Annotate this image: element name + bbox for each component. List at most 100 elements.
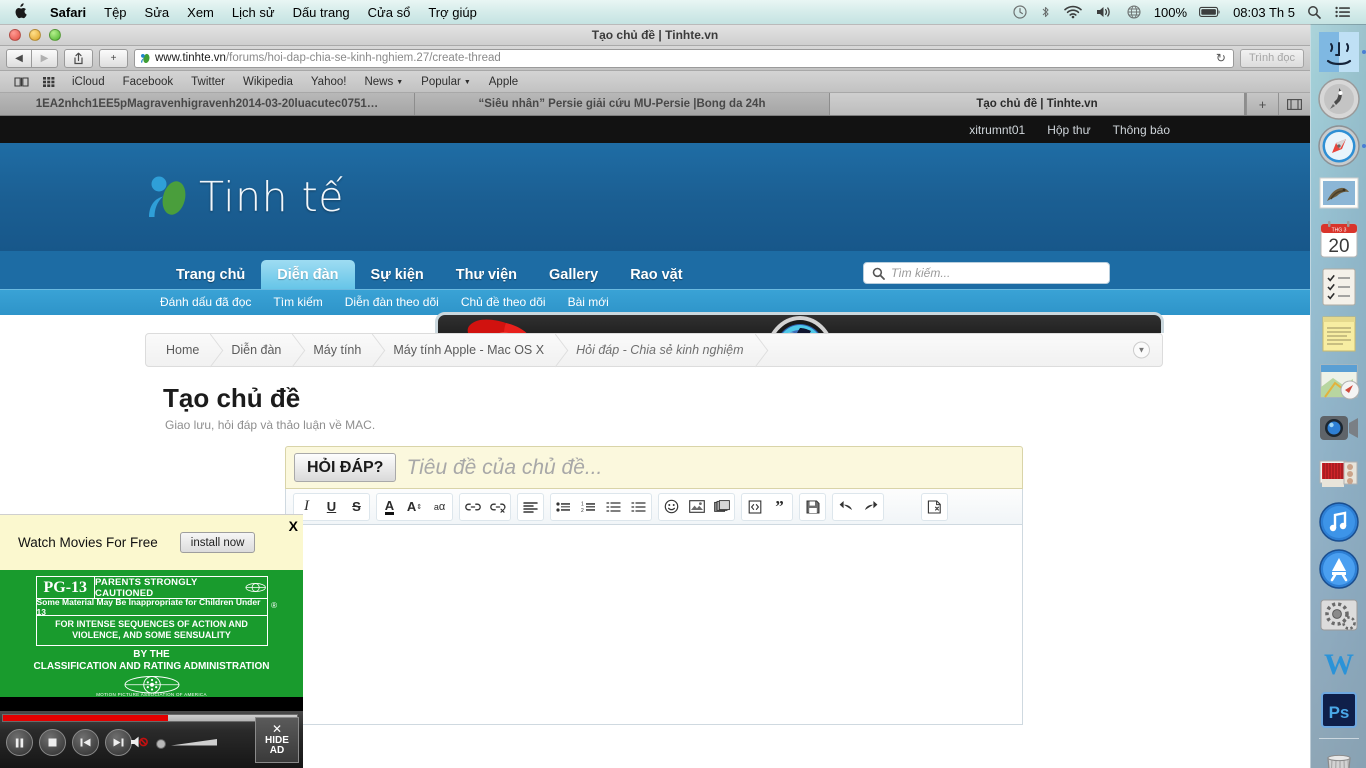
bookmark-apple[interactable]: Apple — [481, 76, 526, 88]
numbered-list-icon[interactable]: 12 — [576, 494, 601, 520]
subnav-dien-dan-theo-doi[interactable]: Diễn đàn theo dõi — [345, 295, 439, 309]
previous-button[interactable] — [72, 729, 99, 756]
stop-button[interactable] — [39, 729, 66, 756]
font-color-icon[interactable]: A — [377, 494, 402, 520]
top-sites-icon[interactable] — [37, 76, 62, 88]
safari-icon[interactable] — [1317, 124, 1366, 168]
breadcrumb-item-dien-dan[interactable]: Diễn đàn — [213, 334, 295, 366]
search-input[interactable]: Tìm kiếm... — [863, 262, 1110, 284]
tab-overview-button[interactable] — [1278, 93, 1310, 115]
new-tab-button[interactable]: + — [99, 48, 128, 68]
tab-2[interactable]: “Siêu nhân” Persie giải cứu MU-Persie |B… — [415, 93, 830, 115]
thread-title-input[interactable]: Tiêu đề của chủ đề... — [406, 456, 602, 480]
font-family-icon[interactable]: aα — [427, 494, 452, 520]
menu-dau-trang[interactable]: Dấu trang — [284, 5, 359, 20]
system-preferences-icon[interactable] — [1317, 594, 1361, 638]
strikethrough-icon[interactable]: S — [344, 494, 369, 520]
userbar-alerts[interactable]: Thông báo — [1113, 123, 1170, 137]
photoshop-icon[interactable]: Ps — [1317, 688, 1361, 732]
bookmark-popular[interactable]: Popular ▼ — [413, 76, 479, 88]
bookmark-facebook[interactable]: Facebook — [115, 76, 182, 88]
finder-icon[interactable] — [1317, 30, 1366, 74]
maps-icon[interactable] — [1317, 359, 1361, 403]
nav-dien-dan[interactable]: Diễn đàn — [261, 260, 355, 289]
subnav-bai-moi[interactable]: Bài mới — [568, 295, 609, 309]
nav-rao-vat[interactable]: Rao vặt — [614, 260, 698, 289]
undo-icon[interactable] — [833, 494, 858, 520]
microsoft-word-icon[interactable]: W — [1317, 641, 1361, 685]
userbar-username[interactable]: xitrumnt01 — [969, 123, 1025, 137]
nav-thu-vien[interactable]: Thư viện — [440, 260, 533, 289]
reload-button[interactable]: ↻ — [1213, 51, 1229, 65]
bookmark-wikipedia[interactable]: Wikipedia — [235, 76, 301, 88]
bookmark-icloud[interactable]: iCloud — [64, 76, 113, 88]
insert-media-icon[interactable] — [709, 494, 734, 520]
indent-icon[interactable] — [626, 494, 651, 520]
itunes-icon[interactable] — [1317, 500, 1361, 544]
bookmark-twitter[interactable]: Twitter — [183, 76, 233, 88]
trash-icon[interactable] — [1317, 745, 1361, 768]
facetime-icon[interactable] — [1317, 406, 1361, 450]
prefix-dropdown-button[interactable]: HỎI ĐÁP? — [294, 453, 397, 482]
subnav-tim-kiem[interactable]: Tìm kiếm — [273, 295, 322, 309]
launchpad-icon[interactable] — [1317, 77, 1361, 121]
font-size-icon[interactable]: A ⇕ — [402, 494, 427, 520]
save-draft-icon[interactable] — [800, 494, 825, 520]
next-button[interactable] — [105, 729, 132, 756]
menu-sua[interactable]: Sửa — [136, 5, 179, 20]
menubar-clock[interactable]: 08:03 Th 5 — [1228, 5, 1300, 20]
message-body-input[interactable] — [285, 525, 1023, 725]
calendar-icon[interactable]: THG 3 20 — [1317, 218, 1361, 262]
forward-button[interactable]: ▶ — [32, 48, 58, 68]
chevron-down-icon[interactable]: ▼ — [1133, 341, 1150, 359]
nav-su-kien[interactable]: Sự kiện — [355, 260, 440, 289]
player-progress-bar[interactable] — [2, 714, 298, 722]
insert-code-icon[interactable] — [742, 494, 767, 520]
nav-trang-chu[interactable]: Trang chủ — [160, 260, 261, 289]
iphoto-icon[interactable] — [1317, 453, 1361, 497]
bookmark-yahoo[interactable]: Yahoo! — [303, 76, 355, 88]
breadcrumb-item-current[interactable]: Hỏi đáp - Chia sẻ kinh nghiệm — [558, 334, 757, 366]
bullet-list-icon[interactable] — [551, 494, 576, 520]
wifi-icon[interactable] — [1057, 5, 1089, 19]
nav-gallery[interactable]: Gallery — [533, 260, 614, 289]
battery-icon[interactable] — [1192, 6, 1228, 18]
outdent-icon[interactable] — [601, 494, 626, 520]
redo-icon[interactable] — [858, 494, 883, 520]
mail-icon[interactable] — [1317, 171, 1361, 215]
menu-tro-giup[interactable]: Trợ giúp — [419, 5, 486, 20]
menu-xem[interactable]: Xem — [178, 5, 223, 20]
insert-image-icon[interactable] — [684, 494, 709, 520]
close-icon[interactable]: X — [289, 518, 298, 534]
bluetooth-icon[interactable] — [1034, 5, 1057, 19]
sidebar-toggle-icon[interactable] — [8, 76, 35, 88]
volume-slider[interactable] — [155, 735, 223, 749]
apple-logo-icon[interactable] — [14, 3, 28, 19]
menu-cua-so[interactable]: Cửa sổ — [359, 5, 420, 20]
volume-icon[interactable] — [1089, 5, 1119, 19]
insert-link-icon[interactable] — [460, 494, 485, 520]
notes-icon[interactable] — [1317, 312, 1361, 356]
input-method-icon[interactable] — [1119, 5, 1149, 19]
align-icon[interactable] — [518, 494, 543, 520]
insert-quote-icon[interactable]: ” — [767, 494, 792, 520]
menu-lich-su[interactable]: Lịch sử — [223, 5, 284, 20]
time-machine-icon[interactable] — [1006, 5, 1034, 19]
install-now-button[interactable]: install now — [179, 532, 256, 553]
app-store-icon[interactable] — [1317, 547, 1361, 591]
breadcrumb-item-home[interactable]: Home — [146, 334, 213, 366]
site-logo[interactable]: Tinh tế — [145, 172, 344, 222]
add-tab-button[interactable]: + — [1246, 93, 1278, 115]
search-icon[interactable] — [1300, 5, 1328, 19]
notification-center-icon[interactable] — [1328, 5, 1358, 19]
subnav-chu-de-theo-doi[interactable]: Chủ đề theo dõi — [461, 295, 546, 309]
address-bar[interactable]: www.tinhte.vn/forums/hoi-dap-chia-se-kin… — [134, 48, 1234, 68]
back-button[interactable]: ◀ — [6, 48, 32, 68]
mute-icon[interactable] — [130, 735, 150, 749]
menu-tep[interactable]: Tệp — [95, 5, 135, 20]
reminders-icon[interactable] — [1317, 265, 1361, 309]
toggle-bbcode-icon[interactable] — [922, 494, 947, 520]
breadcrumb-item-mac-os-x[interactable]: Máy tính Apple - Mac OS X — [375, 334, 558, 366]
menu-safari[interactable]: Safari — [41, 5, 95, 20]
subnav-danh-dau-da-doc[interactable]: Đánh dấu đã đọc — [160, 295, 251, 309]
